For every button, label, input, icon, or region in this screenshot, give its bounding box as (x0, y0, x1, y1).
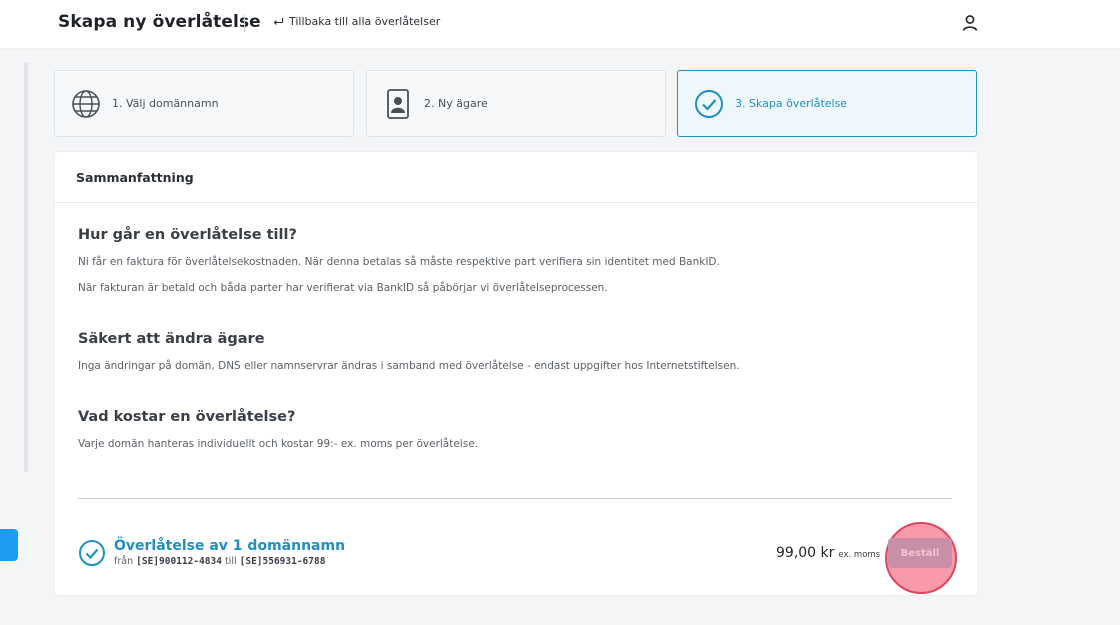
step-new-owner[interactable]: 2. Ny ägare (366, 70, 666, 137)
info-section-cost: Vad kostar en överlåtelse? Varje domän h… (78, 409, 478, 463)
to-label: till (224, 556, 237, 567)
price-vat-note: ex. moms (838, 550, 881, 560)
from-id: [SE]900112-4834 (136, 556, 222, 567)
back-to-transfers-link[interactable]: Tillbaka till alla överlåtelser (272, 15, 440, 28)
order-button[interactable]: Beställ (888, 538, 952, 568)
order-text: Överlåtelse av 1 domännamn från [SE]9001… (114, 538, 345, 567)
price-amount: 99,00 kr (776, 545, 835, 561)
step-label: 3. Skapa överlåtelse (735, 97, 848, 110)
section-paragraph: När fakturan är betald och båda parter h… (78, 282, 608, 294)
summary-card: Sammanfattning Hur går en överlåtelse ti… (55, 152, 977, 595)
section-heading: Hur går en överlåtelse till? (78, 227, 297, 243)
section-paragraph: Inga ändringar på domän, DNS eller namns… (78, 360, 740, 372)
return-arrow-icon (273, 17, 284, 25)
check-circle-icon (79, 539, 105, 566)
step-select-domain[interactable]: 1. Välj domännamn (54, 70, 354, 137)
order-title: Överlåtelse av 1 domännamn (114, 538, 346, 554)
order-parties: från [SE]900112-4834 till [SE]556931-678… (114, 556, 345, 567)
order-price: 99,00 kr ex. moms (776, 545, 880, 561)
section-heading: Vad kostar en överlåtelse? (78, 409, 296, 425)
summary-divider (78, 498, 952, 499)
step-label: 1. Välj domännamn (112, 97, 219, 110)
header-divider (244, 15, 245, 32)
order-summary: Överlåtelse av 1 domännamn från [SE]9001… (78, 538, 345, 567)
from-label: från (114, 556, 134, 567)
step-create-transfer[interactable]: 3. Skapa överlåtelse (677, 70, 977, 137)
top-header: Skapa ny överlåtelse Tillbaka till alla … (0, 0, 1120, 48)
section-heading: Säkert att ändra ägare (78, 331, 265, 347)
summary-title: Sammanfattning (76, 169, 194, 185)
user-icon[interactable] (960, 13, 980, 33)
back-link-label: Tillbaka till alla överlåtelser (289, 15, 441, 28)
page-title: Skapa ny överlåtelse (58, 12, 261, 32)
section-paragraph: Varje domän hanteras individuellt och ko… (78, 438, 478, 450)
info-section-safety: Säkert att ändra ägare Inga ändringar på… (78, 331, 740, 385)
globe-icon (72, 89, 100, 118)
to-id: [SE]556931-6788 (239, 556, 326, 567)
info-section-process: Hur går en överlåtelse till? Ni får en f… (78, 227, 720, 307)
step-label: 2. Ny ägare (424, 97, 488, 110)
section-paragraph: Ni får en faktura för överlåtelsekostnad… (78, 256, 720, 268)
summary-header: Sammanfattning (55, 152, 977, 203)
id-card-icon (387, 88, 409, 119)
check-circle-icon (695, 89, 723, 118)
side-tab-button[interactable] (0, 529, 18, 561)
left-scroll-rail[interactable] (24, 62, 28, 472)
